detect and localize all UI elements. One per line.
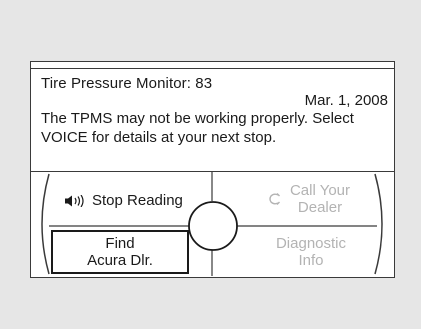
phone-icon (268, 192, 282, 206)
page-background: Tire Pressure Monitor: 83 Mar. 1, 2008 T… (0, 0, 421, 329)
stop-reading-label: Stop Reading (92, 192, 183, 209)
diag-label-line2: Info (298, 252, 324, 269)
call-label-line1: Call Your (289, 182, 351, 199)
speaker-icon (65, 194, 87, 207)
find-acura-dealer-button[interactable]: Find Acura Dlr. (51, 230, 189, 274)
call-dealer-label: Call Your Dealer (290, 182, 350, 216)
call-dealer-button[interactable]: Call Your Dealer (244, 182, 374, 216)
diagnostic-info-button[interactable]: Diagnostic Info (241, 235, 381, 269)
find-label-line2: Acura Dlr. (87, 252, 153, 269)
navigation-display: Tire Pressure Monitor: 83 Mar. 1, 2008 T… (30, 61, 395, 278)
center-knob[interactable] (188, 201, 238, 251)
find-label-line1: Find (105, 235, 135, 252)
stop-reading-button[interactable]: Stop Reading (65, 192, 183, 209)
call-label-line2: Dealer (297, 199, 343, 216)
left-bracket (41, 173, 50, 275)
diag-label-line1: Diagnostic (275, 235, 347, 252)
